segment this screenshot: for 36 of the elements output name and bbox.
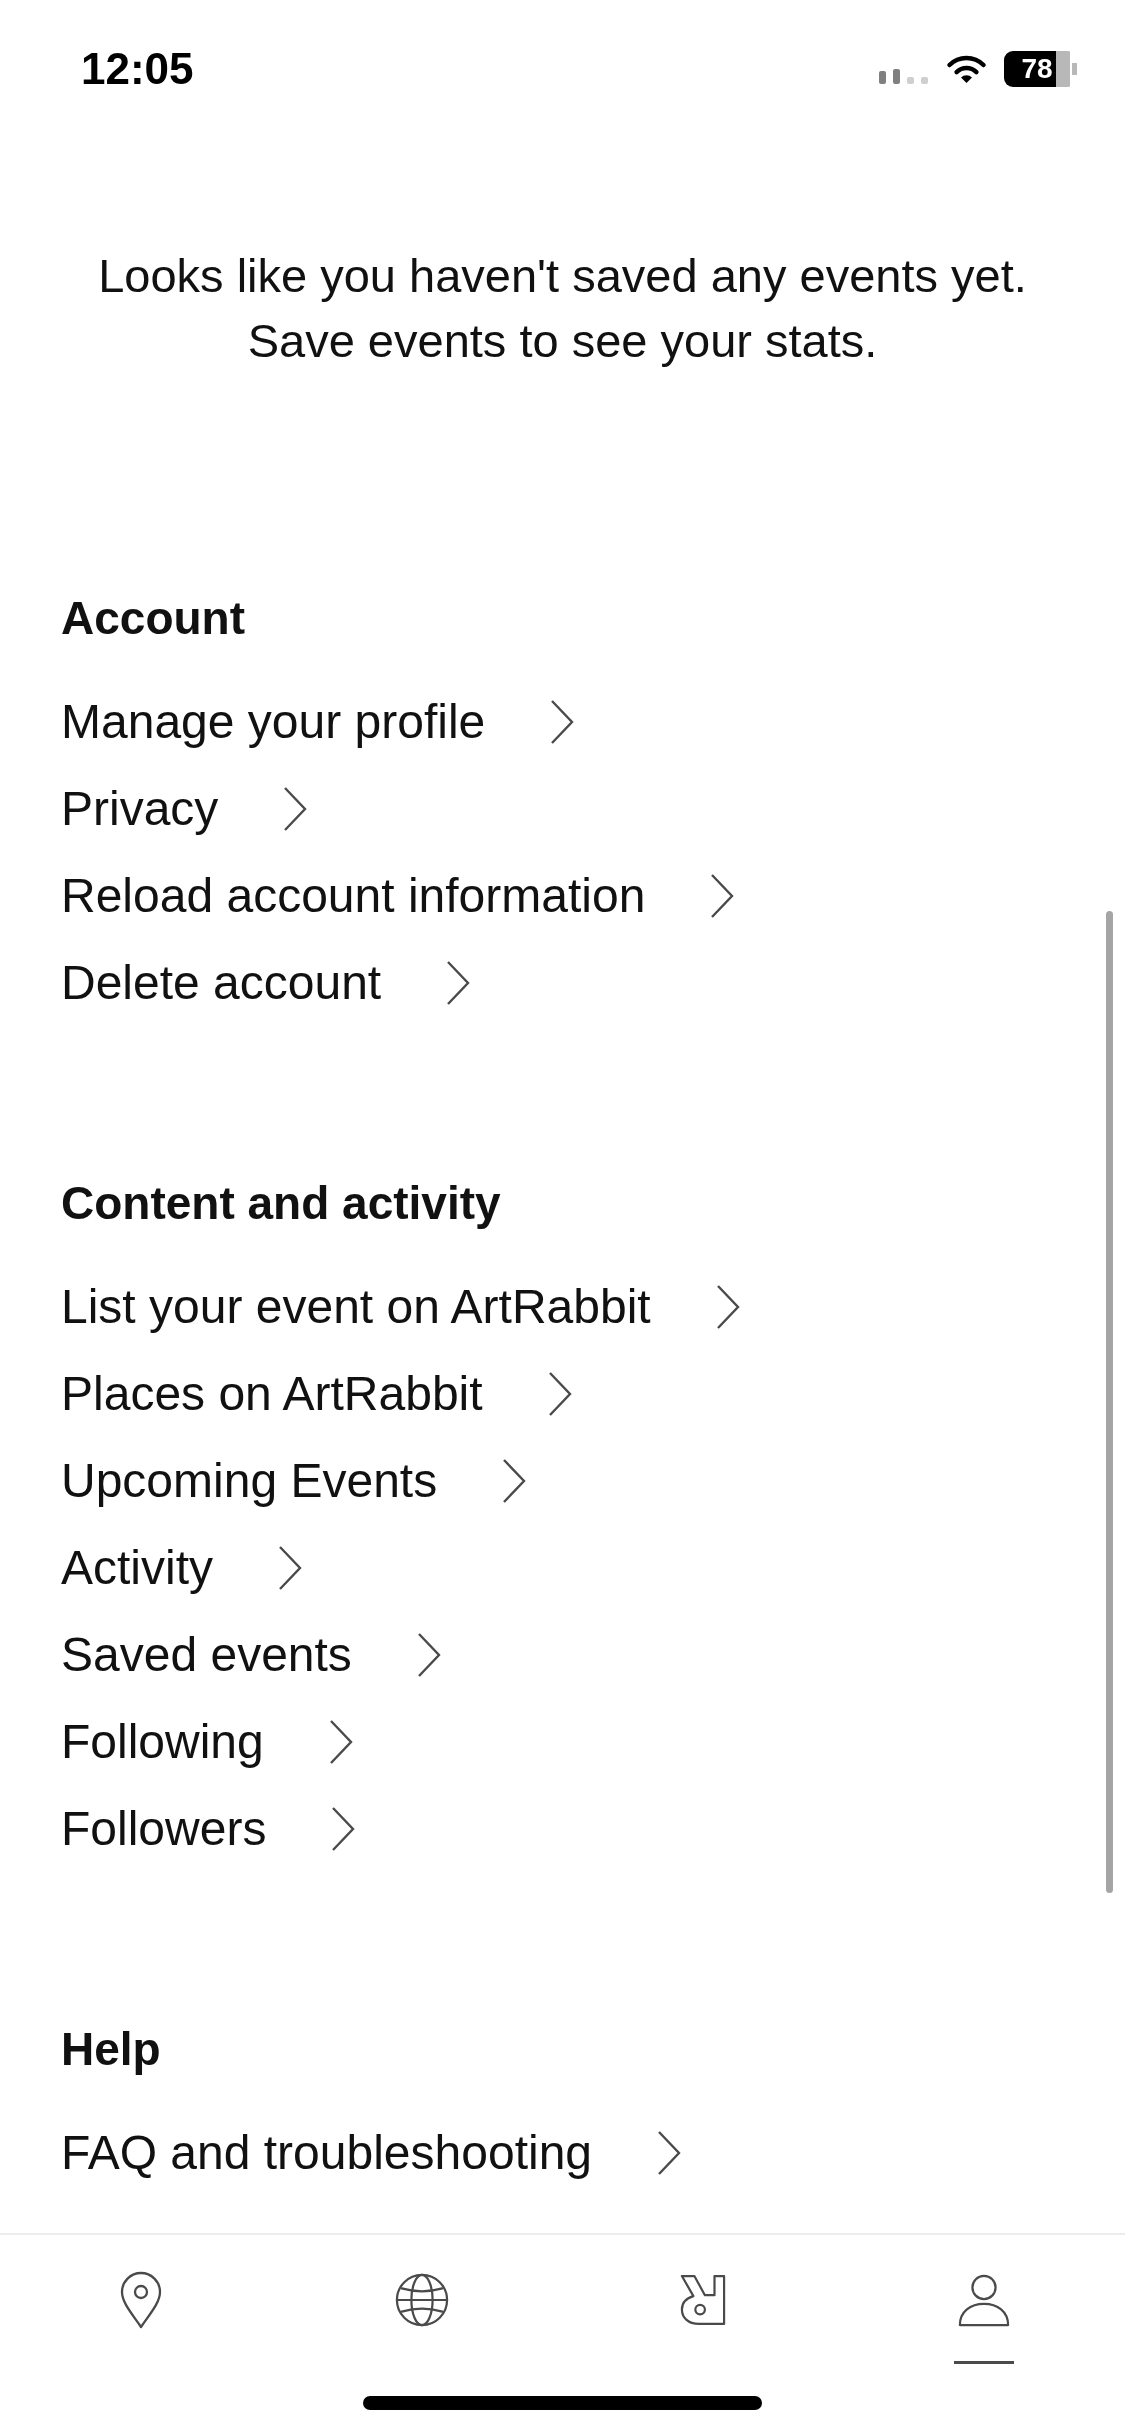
menu-item[interactable]: Reload account information <box>61 852 735 939</box>
menu-item[interactable]: Following <box>61 1698 353 1785</box>
chevron-right-icon <box>416 1631 441 1678</box>
section-heading: Content and activity <box>61 1176 502 1231</box>
empty-state-message: Looks like you haven't saved any events yet. Save events to see your stats. <box>97 248 1028 369</box>
chevron-right-icon <box>657 2129 682 2176</box>
status-time: 12:05 <box>81 47 194 91</box>
chevron-right-icon <box>502 1457 527 1504</box>
chevron-right-icon <box>328 1718 353 1765</box>
person-icon <box>957 2273 1012 2327</box>
chevron-right-icon <box>446 959 471 1006</box>
battery-indicator: 78 <box>1004 51 1077 87</box>
globe-icon <box>394 2273 449 2327</box>
menu-item[interactable]: Manage your profile <box>61 678 575 765</box>
chevron-right-icon <box>283 785 308 832</box>
chevron-right-icon <box>278 1544 302 1591</box>
chevron-right-icon <box>547 1370 572 1417</box>
pin-icon <box>118 2271 163 2329</box>
menu-item[interactable]: FAQ and troubleshooting <box>61 2109 682 2196</box>
chevron-right-icon <box>331 1805 356 1852</box>
wifi-icon <box>944 53 989 85</box>
menu-item[interactable]: Delete account <box>61 939 471 1026</box>
menu-item[interactable]: Places on ArtRabbit <box>61 1350 572 1437</box>
menu-item[interactable]: List your event on ArtRabbit <box>61 1263 740 1350</box>
chevron-right-icon <box>715 1283 740 1330</box>
section-heading: Help <box>61 2022 162 2077</box>
menu-item[interactable]: Upcoming Events <box>61 1437 527 1524</box>
menu-item[interactable]: Privacy <box>61 765 308 852</box>
section-heading: Account <box>61 591 246 646</box>
chevron-right-icon <box>710 872 735 919</box>
signal-icon <box>879 68 929 84</box>
r-logo-icon <box>680 2274 727 2326</box>
menu-item[interactable]: Saved events <box>61 1611 441 1698</box>
menu-item[interactable]: Followers <box>61 1785 356 1872</box>
chevron-right-icon <box>550 698 575 745</box>
menu-item[interactable]: Activity <box>61 1524 302 1611</box>
